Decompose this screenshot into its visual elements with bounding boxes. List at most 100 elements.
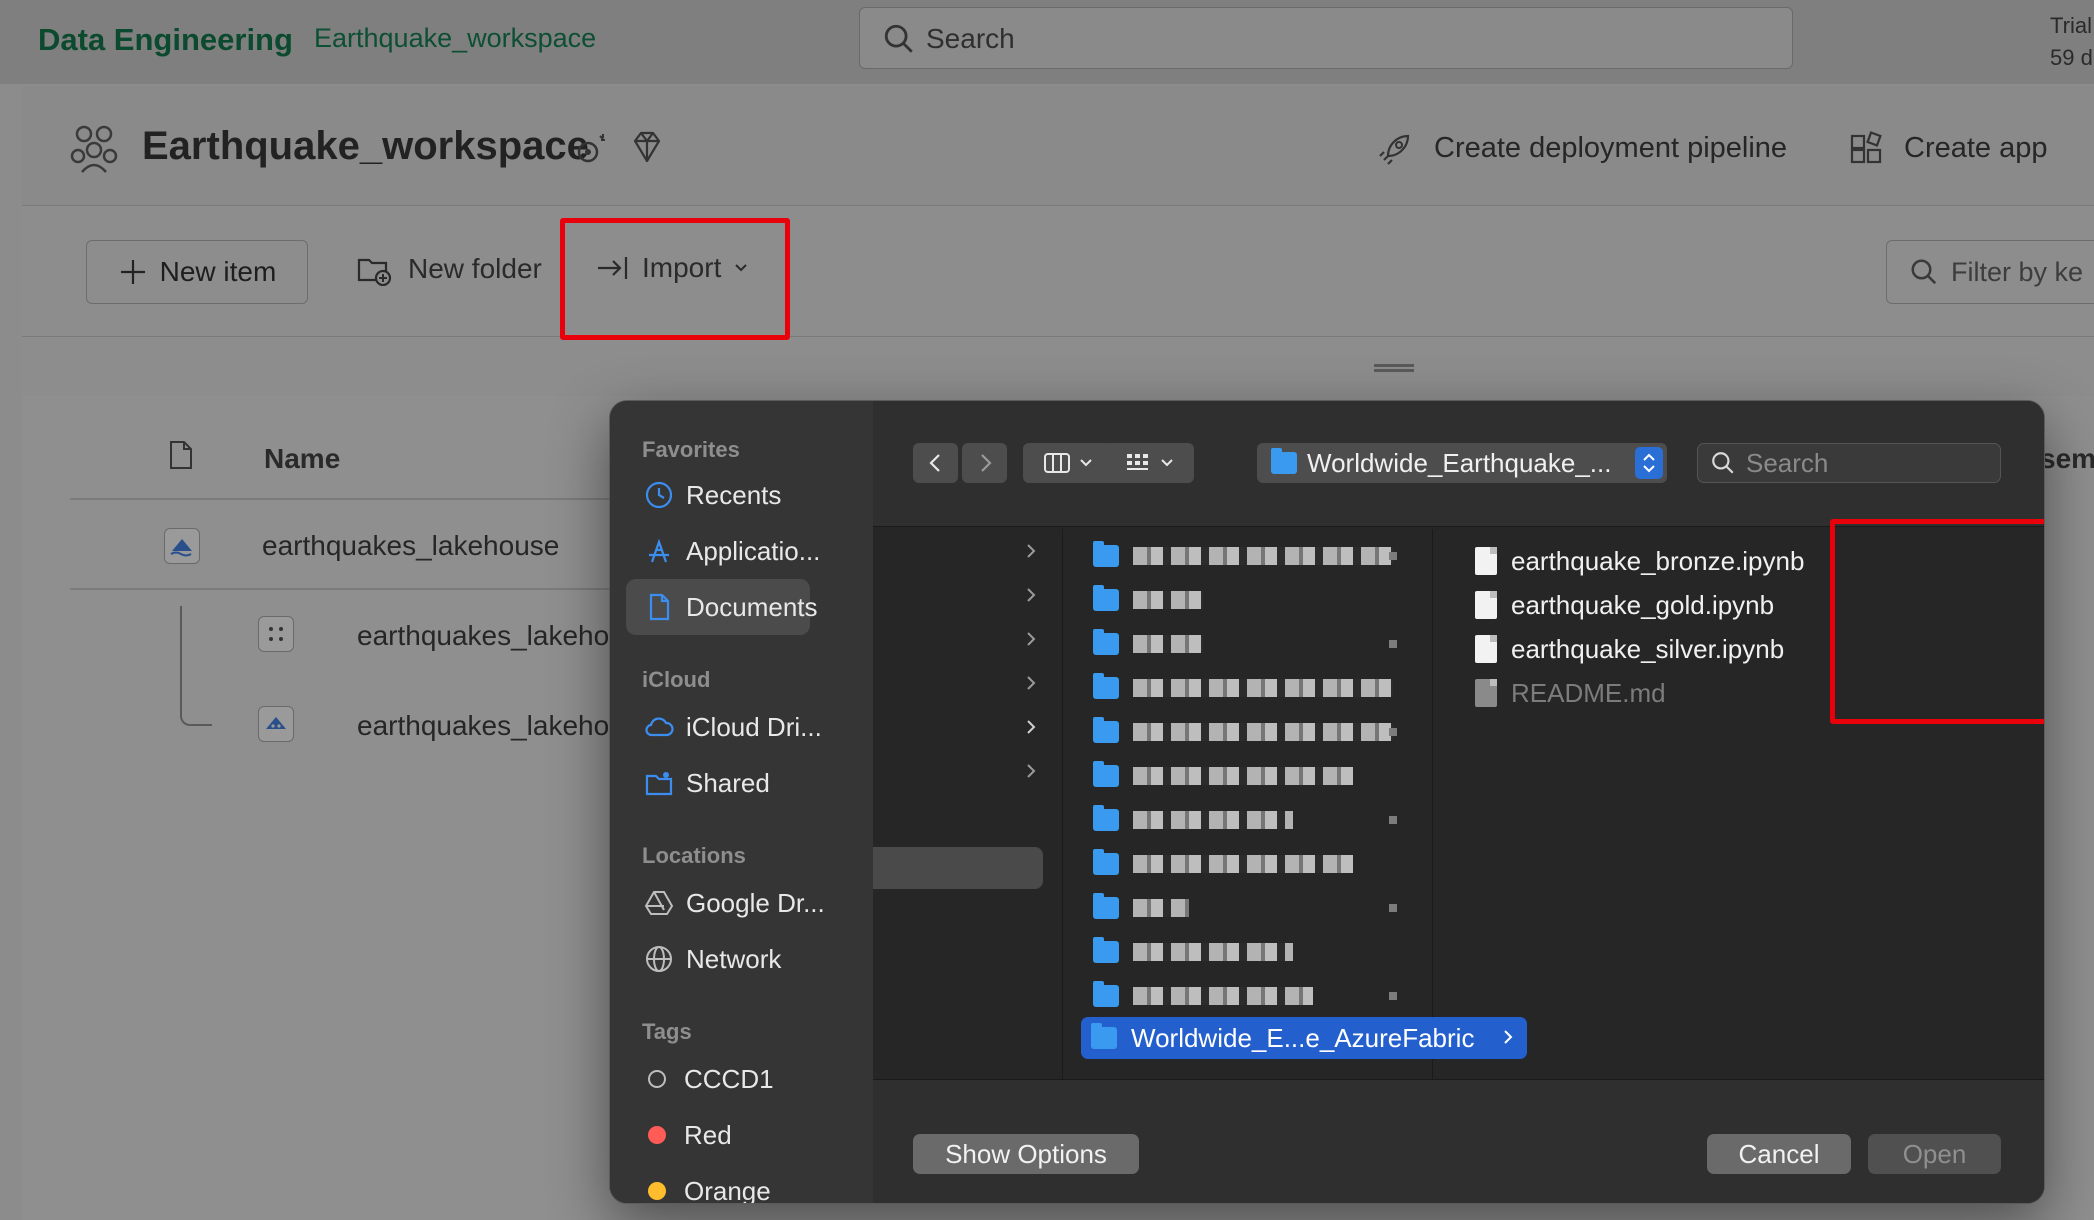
global-search-input[interactable]: Search — [859, 7, 1793, 69]
group-button[interactable] — [1104, 443, 1194, 483]
import-highlight-box — [560, 218, 790, 340]
folder-icon — [1093, 629, 1119, 655]
list-item[interactable] — [1093, 979, 1413, 1013]
sidebar-tag-orange[interactable]: Orange — [626, 1163, 810, 1203]
chevron-left-icon — [928, 454, 940, 472]
list-item[interactable] — [1093, 539, 1413, 573]
sidebar-item-applications[interactable]: Applicatio... — [626, 523, 820, 579]
file-name: earthquake_bronze.ipynb — [1511, 545, 1805, 576]
sidebar-item-icloud-drive[interactable]: iCloud Dri... — [626, 699, 822, 755]
file-item[interactable]: earthquake_gold.ipynb — [1475, 585, 1774, 625]
redacted-name — [1133, 679, 1393, 697]
plus-icon — [120, 260, 145, 284]
table-row[interactable]: earthquakes_lakehou — [357, 620, 625, 652]
app-label: Create app — [1904, 131, 2048, 164]
back-button[interactable] — [913, 443, 958, 483]
selected-folder-label: Worldwide_E...e_AzureFabric — [1131, 1022, 1475, 1053]
chevron-right-icon[interactable] — [1023, 717, 1039, 737]
document-icon — [170, 441, 192, 469]
column-view-button[interactable] — [1023, 443, 1113, 483]
list-item[interactable] — [1093, 891, 1413, 925]
table-row[interactable]: earthquakes_lakehou — [357, 710, 625, 742]
dialog-search-input[interactable]: Search — [1697, 443, 2001, 483]
updown-chevron-icon — [1635, 447, 1663, 479]
app-icon — [1850, 131, 1882, 164]
filter-input[interactable]: Filter by ke — [1886, 240, 2094, 304]
tag-dot-icon — [648, 1182, 666, 1200]
chevron-right-icon[interactable] — [1023, 585, 1039, 605]
list-item[interactable] — [1093, 935, 1413, 969]
sidebar-item-label: iCloud Dri... — [686, 711, 822, 742]
app-brand[interactable]: Data Engineering — [38, 22, 293, 58]
favorites-heading: Favorites — [642, 437, 740, 462]
sidebar-tag-red[interactable]: Red — [626, 1107, 810, 1163]
new-folder-button[interactable]: New folder — [356, 252, 542, 286]
chevron-right-icon[interactable] — [1023, 629, 1039, 649]
dialog-search-placeholder: Search — [1746, 447, 1829, 478]
columns-icon — [1044, 453, 1070, 473]
create-deployment-pipeline-button[interactable]: Create deployment pipeline — [1378, 130, 1787, 166]
redacted-name — [1133, 943, 1293, 961]
name-column-header[interactable]: Name — [264, 443, 340, 475]
row-divider — [70, 498, 630, 500]
list-item[interactable] — [1093, 627, 1413, 661]
chevron-right-icon — [980, 454, 992, 472]
chevron-right-icon[interactable] — [1023, 761, 1039, 781]
sidebar-tag-cccd1[interactable]: CCCD1 — [626, 1051, 810, 1107]
diamond-icon[interactable] — [628, 128, 666, 166]
sidebar-item-label: Google Dr... — [686, 887, 825, 918]
list-item[interactable] — [1093, 671, 1413, 705]
resize-grip[interactable] — [1374, 364, 1414, 372]
chevron-right-icon[interactable] — [1023, 541, 1039, 561]
location-popup[interactable]: Worldwide_Earthquake_... — [1257, 443, 1667, 483]
redacted-name — [1133, 591, 1203, 609]
list-item[interactable] — [1093, 847, 1413, 881]
list-item[interactable] — [1093, 803, 1413, 837]
show-options-button[interactable]: Show Options — [913, 1134, 1139, 1174]
sidebar-item-network[interactable]: Network — [626, 931, 810, 987]
list-item[interactable] — [1093, 583, 1413, 617]
search-icon — [1911, 259, 1937, 285]
new-item-label: New item — [159, 256, 277, 287]
list-item[interactable] — [1093, 715, 1413, 749]
workspace-title: Earthquake_workspace — [142, 124, 589, 168]
sidebar-item-documents[interactable]: Documents — [626, 579, 818, 635]
new-item-button[interactable]: New item — [86, 240, 308, 304]
redacted-name — [1133, 855, 1353, 873]
trial-status[interactable]: Trial 59 d — [2050, 10, 2093, 74]
open-button[interactable]: Open — [1868, 1134, 2001, 1174]
sidebar-item-shared[interactable]: Shared — [626, 755, 810, 811]
row-divider — [70, 588, 630, 590]
document-icon — [1475, 591, 1497, 619]
create-app-button[interactable]: Create app — [1848, 130, 2048, 166]
selected-row[interactable] — [873, 847, 1043, 889]
file-item[interactable]: earthquake_silver.ipynb — [1475, 629, 1784, 669]
cancel-button[interactable]: Cancel — [1707, 1134, 1851, 1174]
table-row[interactable]: earthquakes_lakehouse — [262, 530, 559, 562]
forward-button[interactable] — [962, 443, 1007, 483]
sidebar-item-recents[interactable]: Recents — [626, 467, 810, 523]
sidebar-item-google-drive[interactable]: Google Dr... — [626, 875, 825, 931]
workspace-settings-icon[interactable] — [572, 130, 610, 168]
redacted-name — [1133, 987, 1313, 1005]
folder-icon — [1091, 1023, 1117, 1049]
badge-icon — [1389, 640, 1397, 648]
folder-icon — [1271, 448, 1297, 474]
folder-icon — [1093, 805, 1119, 831]
shared-folder-icon — [645, 772, 673, 796]
file-item[interactable]: earthquake_bronze.ipynb — [1475, 541, 1804, 581]
tag-dot-icon — [648, 1126, 666, 1144]
folder-add-icon — [357, 258, 392, 286]
column-header-partial[interactable]: sem — [2040, 443, 2094, 475]
chevron-right-icon[interactable] — [1023, 673, 1039, 693]
cloud-icon — [645, 717, 674, 737]
browser-column-2: Worldwide_E...e_AzureFabric — [1065, 529, 1527, 1079]
icloud-heading: iCloud — [642, 667, 711, 692]
file-name: earthquake_gold.ipynb — [1511, 589, 1775, 620]
sidebar-item-label: CCCD1 — [684, 1063, 774, 1094]
sidebar-item-label: Applicatio... — [686, 535, 821, 566]
list-item[interactable] — [1093, 759, 1413, 793]
workspace-breadcrumb[interactable]: Earthquake_workspace — [314, 23, 596, 54]
document-icon — [1475, 635, 1497, 663]
redacted-name — [1133, 723, 1393, 741]
